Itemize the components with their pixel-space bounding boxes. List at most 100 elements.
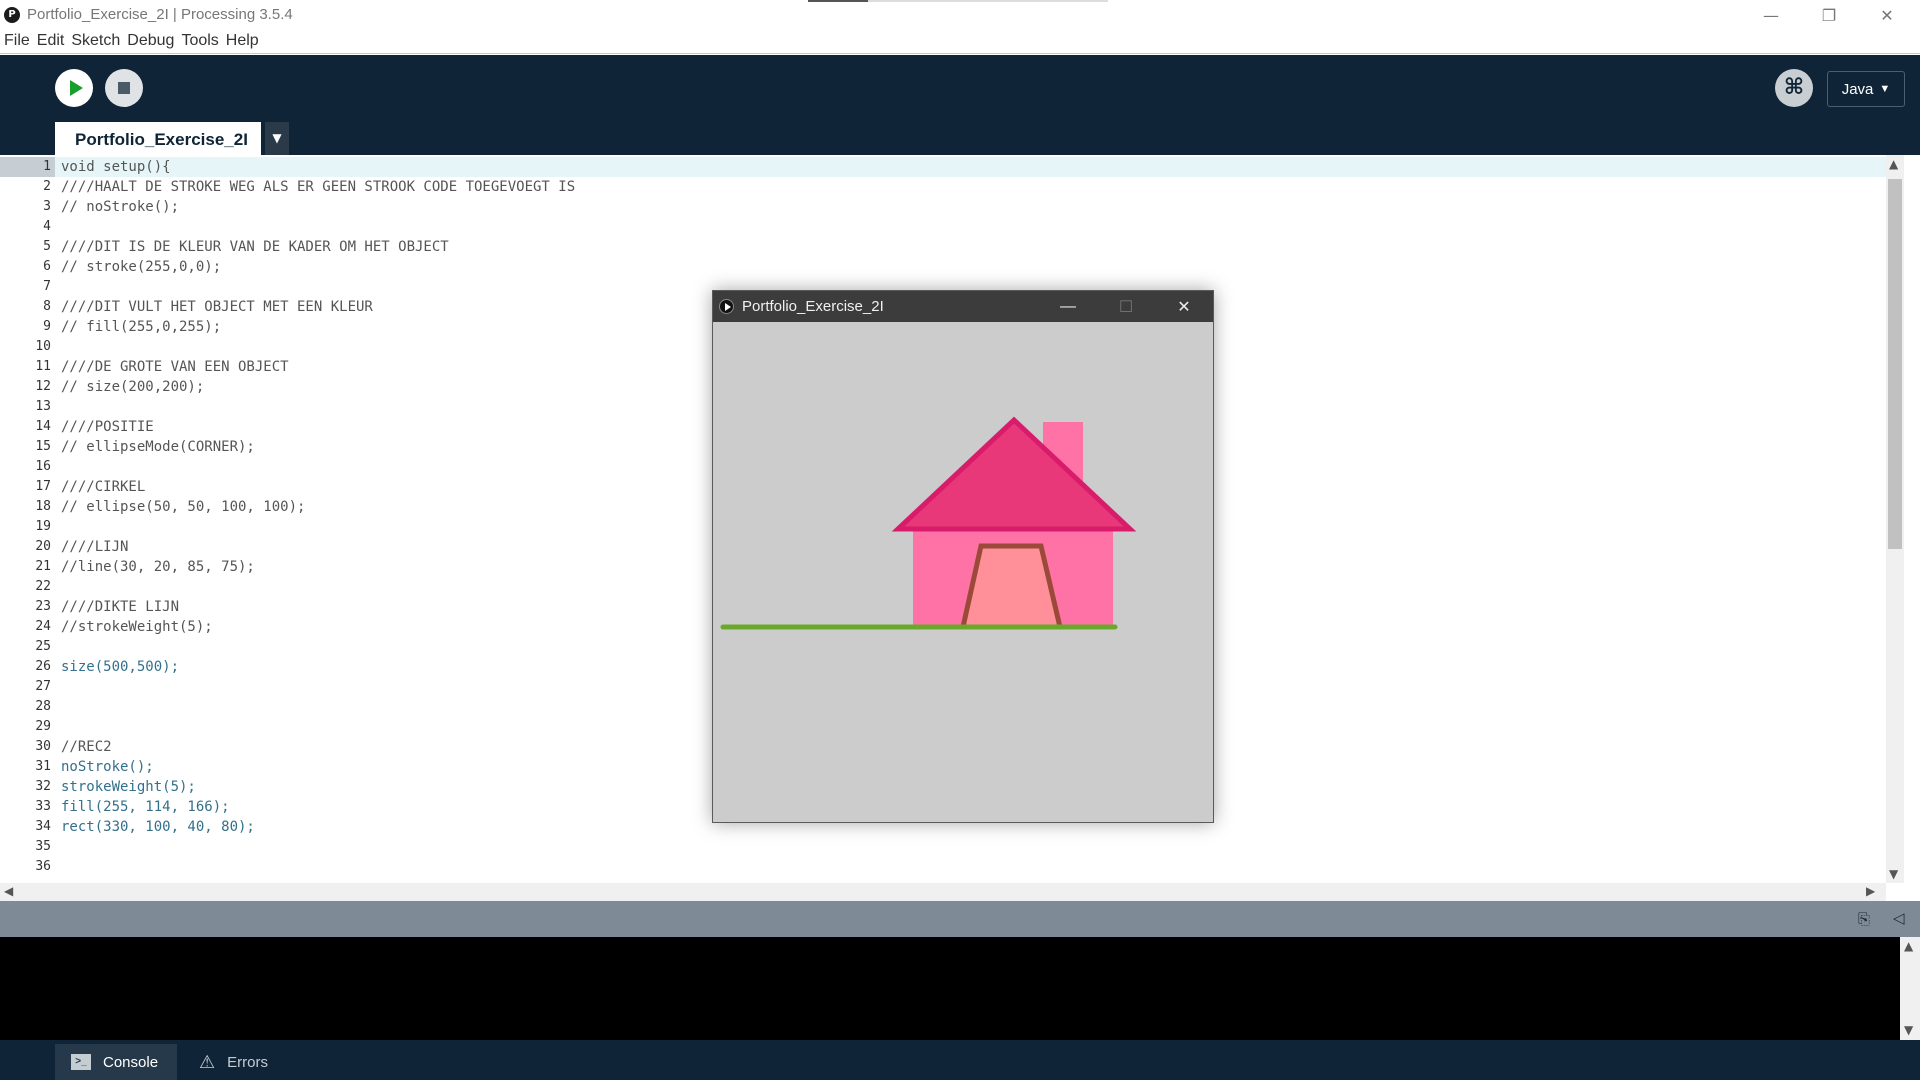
copy-console-icon[interactable]: ⎘ [1858,910,1870,928]
mode-selector[interactable]: Java ▼ [1827,71,1905,107]
line-number: 11 [35,359,51,374]
tab-sketch[interactable]: Portfolio_Exercise_2I [55,122,261,155]
stop-button[interactable] [105,69,143,107]
close-button[interactable]: ✕ [1858,0,1916,30]
line-number: 15 [35,439,51,454]
line-number: 24 [35,619,51,634]
run-button[interactable] [55,69,93,107]
code-text: size(500,500); [61,659,180,675]
code-text: ////DIT VULT HET OBJECT MET EEN KLEUR [61,299,373,315]
collapse-console-icon[interactable]: ◁ [1893,909,1905,927]
console-tabs-bar: >_ Console ⚠ Errors [0,1040,1920,1080]
warning-icon: ⚠ [199,1051,216,1072]
code-text: // size(200,200); [61,379,205,395]
code-line[interactable]: 2 ////HAALT DE STROKE WEG ALS ER GEEN STR… [0,177,1886,197]
editor-horizontal-scrollbar[interactable]: ◀ ▶ [0,883,1886,901]
console-scroll-up-icon[interactable]: ▲ [1904,939,1913,953]
code-text: fill(255, 114, 166); [61,799,230,815]
menu-file[interactable]: File [4,30,35,53]
sketch-canvas [713,322,1213,822]
line-number: 20 [35,539,51,554]
tab-errors[interactable]: ⚠ Errors [183,1044,295,1080]
line-number: 9 [43,319,51,334]
line-number: 33 [35,799,51,814]
line-number: 10 [35,339,51,354]
sketch-play-icon [719,299,734,314]
console-scrollbar[interactable]: ▲ ▼ [1900,937,1920,1040]
line-number: 7 [43,279,51,294]
scroll-down-icon[interactable]: ▼ [1889,867,1898,881]
tab-console[interactable]: >_ Console [55,1044,177,1080]
code-text: //strokeWeight(5); [61,619,213,635]
menu-help[interactable]: Help [226,30,264,53]
line-number: 35 [35,839,51,854]
menu-debug[interactable]: Debug [127,30,179,53]
code-text: strokeWeight(5); [61,779,196,795]
code-line[interactable]: 1 void setup(){ [0,157,1886,177]
code-text: noStroke(); [61,759,154,775]
sketch-minimize-button[interactable]: — [1039,291,1097,322]
line-number: 18 [35,499,51,514]
code-line[interactable]: 35 [0,837,1886,857]
line-number: 14 [35,419,51,434]
scroll-thumb[interactable] [1888,179,1902,549]
window-title: Portfolio_Exercise_2I | Processing 3.5.4 [27,6,293,23]
menu-edit[interactable]: Edit [37,30,70,53]
code-text: void setup(){ [61,159,171,175]
code-text: // ellipseMode(CORNER); [61,439,255,455]
line-number: 27 [35,679,51,694]
editor-vertical-scrollbar[interactable]: ▲ ▼ [1886,155,1904,883]
window-titlebar: P Portfolio_Exercise_2I | Processing 3.5… [0,0,1920,30]
line-number: 4 [43,219,51,234]
line-number: 3 [43,199,51,214]
sketch-window[interactable]: Portfolio_Exercise_2I — ☐ ✕ [712,290,1214,823]
line-number: 32 [35,779,51,794]
line-number: 16 [35,459,51,474]
sketch-maximize-button[interactable]: ☐ [1097,291,1155,322]
sketch-window-titlebar[interactable]: Portfolio_Exercise_2I — ☐ ✕ [713,291,1213,322]
sketch-window-title: Portfolio_Exercise_2I [742,298,884,315]
scroll-left-icon[interactable]: ◀ [4,884,13,898]
line-number: 13 [35,399,51,414]
scroll-right-icon[interactable]: ▶ [1866,884,1875,898]
line-number: 25 [35,639,51,654]
console-scroll-down-icon[interactable]: ▼ [1904,1023,1913,1037]
minimize-button[interactable]: — [1742,0,1800,30]
line-number: 6 [43,259,51,274]
restore-button[interactable]: ❐ [1800,0,1858,30]
line-number: 28 [35,699,51,714]
console-icon: >_ [71,1054,91,1070]
code-text: ////HAALT DE STROKE WEG ALS ER GEEN STRO… [61,179,576,195]
code-line[interactable]: 6 // stroke(255,0,0); [0,257,1886,277]
code-text: ////CIRKEL [61,479,146,495]
code-text: rect(330, 100, 40, 80); [61,819,255,835]
line-number: 5 [43,239,51,254]
code-line[interactable]: 3 // noStroke(); [0,197,1886,217]
processing-app-icon: P [4,7,20,23]
code-line[interactable]: 5 ////DIT IS DE KLEUR VAN DE KADER OM HET… [0,237,1886,257]
line-number: 12 [35,379,51,394]
sketch-close-button[interactable]: ✕ [1155,291,1213,322]
line-number: 31 [35,759,51,774]
house-door [959,543,1064,630]
debugger-button[interactable]: ⌘ [1775,69,1813,107]
line-number: 29 [35,719,51,734]
tab-menu-button[interactable]: ▼ [265,122,289,155]
code-line[interactable]: 4 [0,217,1886,237]
line-number: 23 [35,599,51,614]
taskbar-indicator [808,0,1108,2]
toolbar: ⌘ Java ▼ Portfolio_Exercise_2I ▼ [0,55,1920,155]
line-number: 8 [43,299,51,314]
code-line[interactable]: 36 [0,857,1886,877]
tab-console-label: Console [103,1053,159,1071]
code-text: ////DIKTE LIJN [61,599,180,615]
code-text: //line(30, 20, 85, 75); [61,559,255,575]
menu-sketch[interactable]: Sketch [71,30,125,53]
menu-tools[interactable]: Tools [181,30,223,53]
code-text: // fill(255,0,255); [61,319,222,335]
line-number: 17 [35,479,51,494]
code-text: ////DE GROTE VAN EEN OBJECT [61,359,289,375]
chevron-down-icon: ▼ [1879,83,1891,95]
scroll-up-icon[interactable]: ▲ [1889,157,1898,171]
console-output[interactable] [0,937,1900,1040]
